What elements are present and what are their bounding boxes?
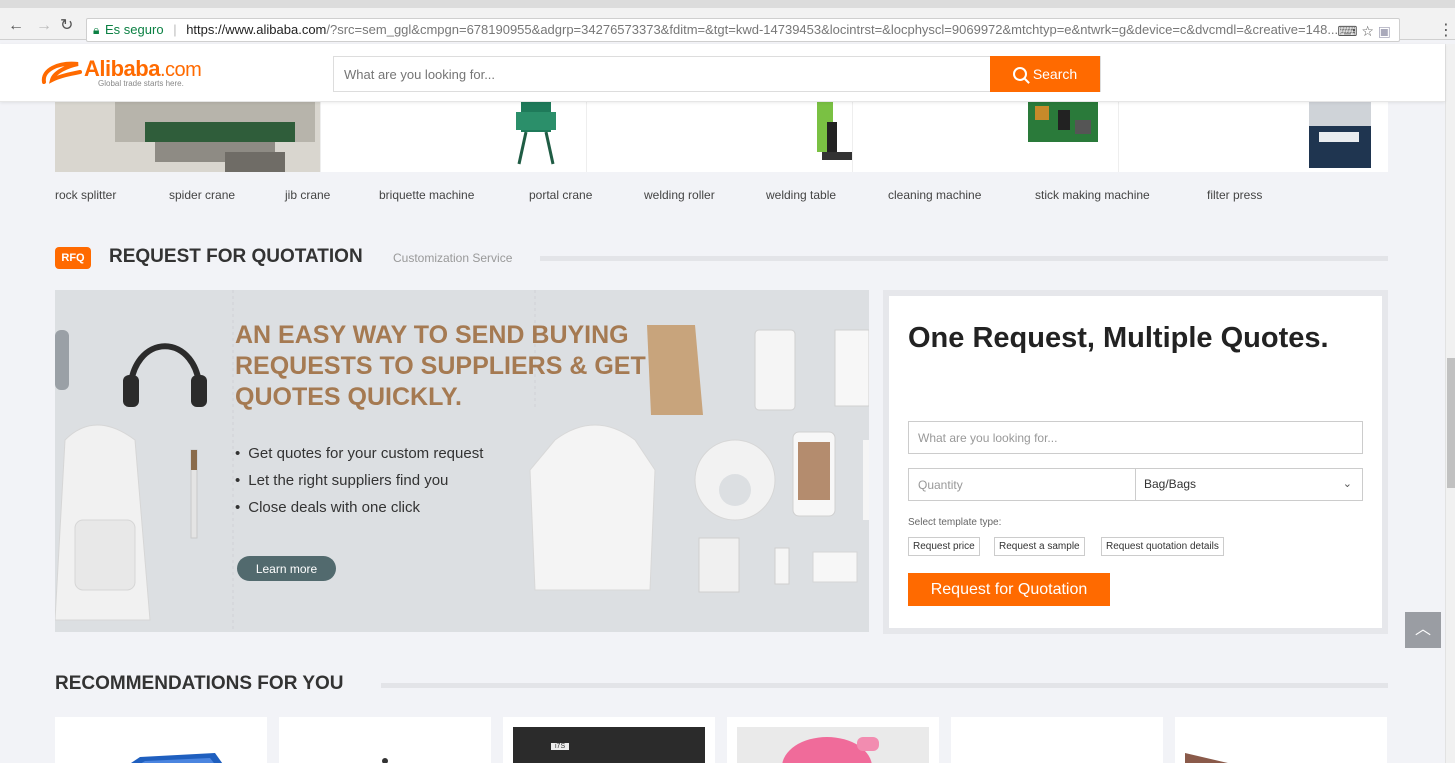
section-subtitle[interactable]: Customization Service bbox=[393, 251, 512, 265]
product-tile[interactable] bbox=[1119, 102, 1388, 172]
unit-select-value: Bag/Bags bbox=[1144, 477, 1197, 491]
site-header: Alibaba.com Global trade starts here. Se… bbox=[0, 44, 1445, 102]
recommendation-card[interactable] bbox=[279, 717, 491, 763]
product-tile[interactable] bbox=[55, 102, 321, 172]
alibaba-logo[interactable]: Alibaba.com Global trade starts here. bbox=[40, 52, 230, 92]
product-tile[interactable] bbox=[853, 102, 1119, 172]
keyword-link[interactable]: welding roller bbox=[644, 188, 715, 202]
browser-tab-strip[interactable] bbox=[0, 0, 1455, 8]
request-for-quotation-button[interactable]: Request for Quotation bbox=[908, 573, 1110, 606]
section-divider bbox=[381, 683, 1388, 688]
learn-more-button[interactable]: Learn more bbox=[237, 556, 336, 581]
keyword-link[interactable]: briquette machine bbox=[379, 188, 474, 202]
keyword-link[interactable]: welding table bbox=[766, 188, 836, 202]
translate-icon[interactable]: ⌨ bbox=[1337, 23, 1357, 39]
quantity-input[interactable] bbox=[908, 468, 1136, 501]
extension-icon[interactable]: ▣ bbox=[1378, 23, 1391, 39]
template-type-label: Select template type: bbox=[908, 517, 1002, 528]
url-host: https://www.alibaba.com bbox=[186, 22, 327, 37]
bookmark-star-icon[interactable]: ☆ bbox=[1361, 23, 1374, 39]
product-name-input[interactable] bbox=[908, 421, 1363, 454]
section-title: REQUEST FOR QUOTATION bbox=[109, 246, 363, 267]
form-title: One Request, Multiple Quotes. bbox=[908, 322, 1329, 354]
logo-tagline: Global trade starts here. bbox=[98, 79, 184, 88]
keyword-link[interactable]: portal crane bbox=[529, 188, 592, 202]
pink-product-image bbox=[737, 727, 929, 763]
back-to-top-button[interactable]: ︿ bbox=[1405, 612, 1441, 648]
recommendation-card[interactable] bbox=[1175, 717, 1387, 763]
browser-toolbar: ← → ↻ 🔒︎ Es seguro | https://www.alibaba… bbox=[0, 0, 1455, 42]
template-request-quotation-details[interactable]: Request quotation details bbox=[1101, 537, 1224, 556]
address-bar[interactable]: 🔒︎ Es seguro | https://www.alibaba.com/?… bbox=[86, 18, 1400, 42]
keyword-link[interactable]: stick making machine bbox=[1035, 188, 1150, 202]
recommendation-card[interactable] bbox=[55, 717, 267, 763]
product-tile[interactable] bbox=[587, 102, 853, 172]
search-button-label: Search bbox=[1032, 66, 1078, 82]
tablet-product-image bbox=[131, 753, 223, 763]
search-input[interactable] bbox=[334, 57, 992, 91]
browser-menu-icon[interactable]: ⋮ bbox=[1438, 20, 1454, 40]
benefit-item: Get quotes for your custom request bbox=[235, 440, 483, 467]
keyword-link[interactable]: filter press bbox=[1207, 188, 1262, 202]
quote-request-panel: One Request, Multiple Quotes. Bag/Bags ⌄… bbox=[883, 290, 1388, 634]
earbud-product-image bbox=[382, 758, 388, 763]
banner-headline: AN EASY WAY TO SEND BUYING REQUESTS TO S… bbox=[235, 321, 646, 411]
rfq-banner[interactable]: AN EASY WAY TO SEND BUYING REQUESTS TO S… bbox=[55, 290, 869, 632]
search-button[interactable]: Search bbox=[990, 56, 1100, 92]
headset-box-image: i7S bbox=[513, 727, 705, 763]
back-arrow-icon[interactable]: ← bbox=[8, 18, 24, 34]
address-separator: | bbox=[173, 22, 177, 37]
printer-machine-image bbox=[1309, 102, 1371, 168]
mill-machine-image bbox=[516, 102, 556, 165]
scrollbar-thumb[interactable] bbox=[1447, 358, 1455, 488]
unit-select[interactable]: Bag/Bags ⌄ bbox=[1135, 468, 1363, 501]
template-request-sample[interactable]: Request a sample bbox=[994, 537, 1085, 556]
product-tile[interactable] bbox=[321, 102, 587, 172]
rfq-icon: RFQ bbox=[55, 247, 91, 269]
recommendation-card[interactable] bbox=[727, 717, 939, 763]
alibaba-swoosh-icon bbox=[41, 61, 82, 84]
product-image-strip bbox=[55, 102, 1388, 172]
keyword-link[interactable]: jib crane bbox=[285, 188, 330, 202]
lock-icon: 🔒︎ bbox=[93, 23, 100, 37]
rfq-section-header: RFQ REQUEST FOR QUOTATION Customization … bbox=[55, 246, 1388, 270]
quote-request-form: One Request, Multiple Quotes. Bag/Bags ⌄… bbox=[889, 296, 1382, 628]
recommendation-card[interactable]: i7S bbox=[503, 717, 715, 763]
template-request-price[interactable]: Request price bbox=[908, 537, 980, 556]
secure-label: Es seguro bbox=[105, 22, 164, 37]
pallet-stacker-image bbox=[817, 102, 852, 160]
page-scrollbar[interactable] bbox=[1445, 44, 1455, 763]
reload-icon[interactable]: ↻ bbox=[60, 18, 73, 34]
url-path: /?src=sem_ggl&cmpgn=678190955&adgrp=3427… bbox=[326, 22, 1339, 37]
banner-benefits-list: Get quotes for your custom request Let t… bbox=[235, 440, 483, 521]
search-icon bbox=[1012, 67, 1027, 81]
recommendation-card[interactable] bbox=[951, 717, 1163, 763]
section-divider bbox=[540, 256, 1388, 261]
keyword-link[interactable]: spider crane bbox=[169, 188, 235, 202]
chevron-up-icon: ︿ bbox=[1414, 621, 1431, 638]
product-image-placeholder bbox=[961, 727, 1153, 763]
monitor-product-image bbox=[1185, 753, 1228, 763]
product-thumb-label: i7S bbox=[551, 743, 570, 750]
keyword-link[interactable]: cleaning machine bbox=[888, 188, 981, 202]
section-title: RECOMMENDATIONS FOR YOU bbox=[55, 673, 344, 694]
search-bar: Search bbox=[333, 56, 1101, 92]
benefit-item: Let the right suppliers find you bbox=[235, 467, 483, 494]
keyword-link[interactable]: rock splitter bbox=[55, 188, 116, 202]
sealing-machine-image bbox=[115, 102, 315, 172]
chevron-down-icon: ⌄ bbox=[1342, 478, 1352, 490]
benefit-item: Close deals with one click bbox=[235, 494, 483, 521]
forward-arrow-icon[interactable]: → bbox=[36, 18, 52, 34]
recommendations-header: RECOMMENDATIONS FOR YOU bbox=[55, 673, 1388, 697]
circuit-board-image bbox=[1028, 102, 1098, 142]
